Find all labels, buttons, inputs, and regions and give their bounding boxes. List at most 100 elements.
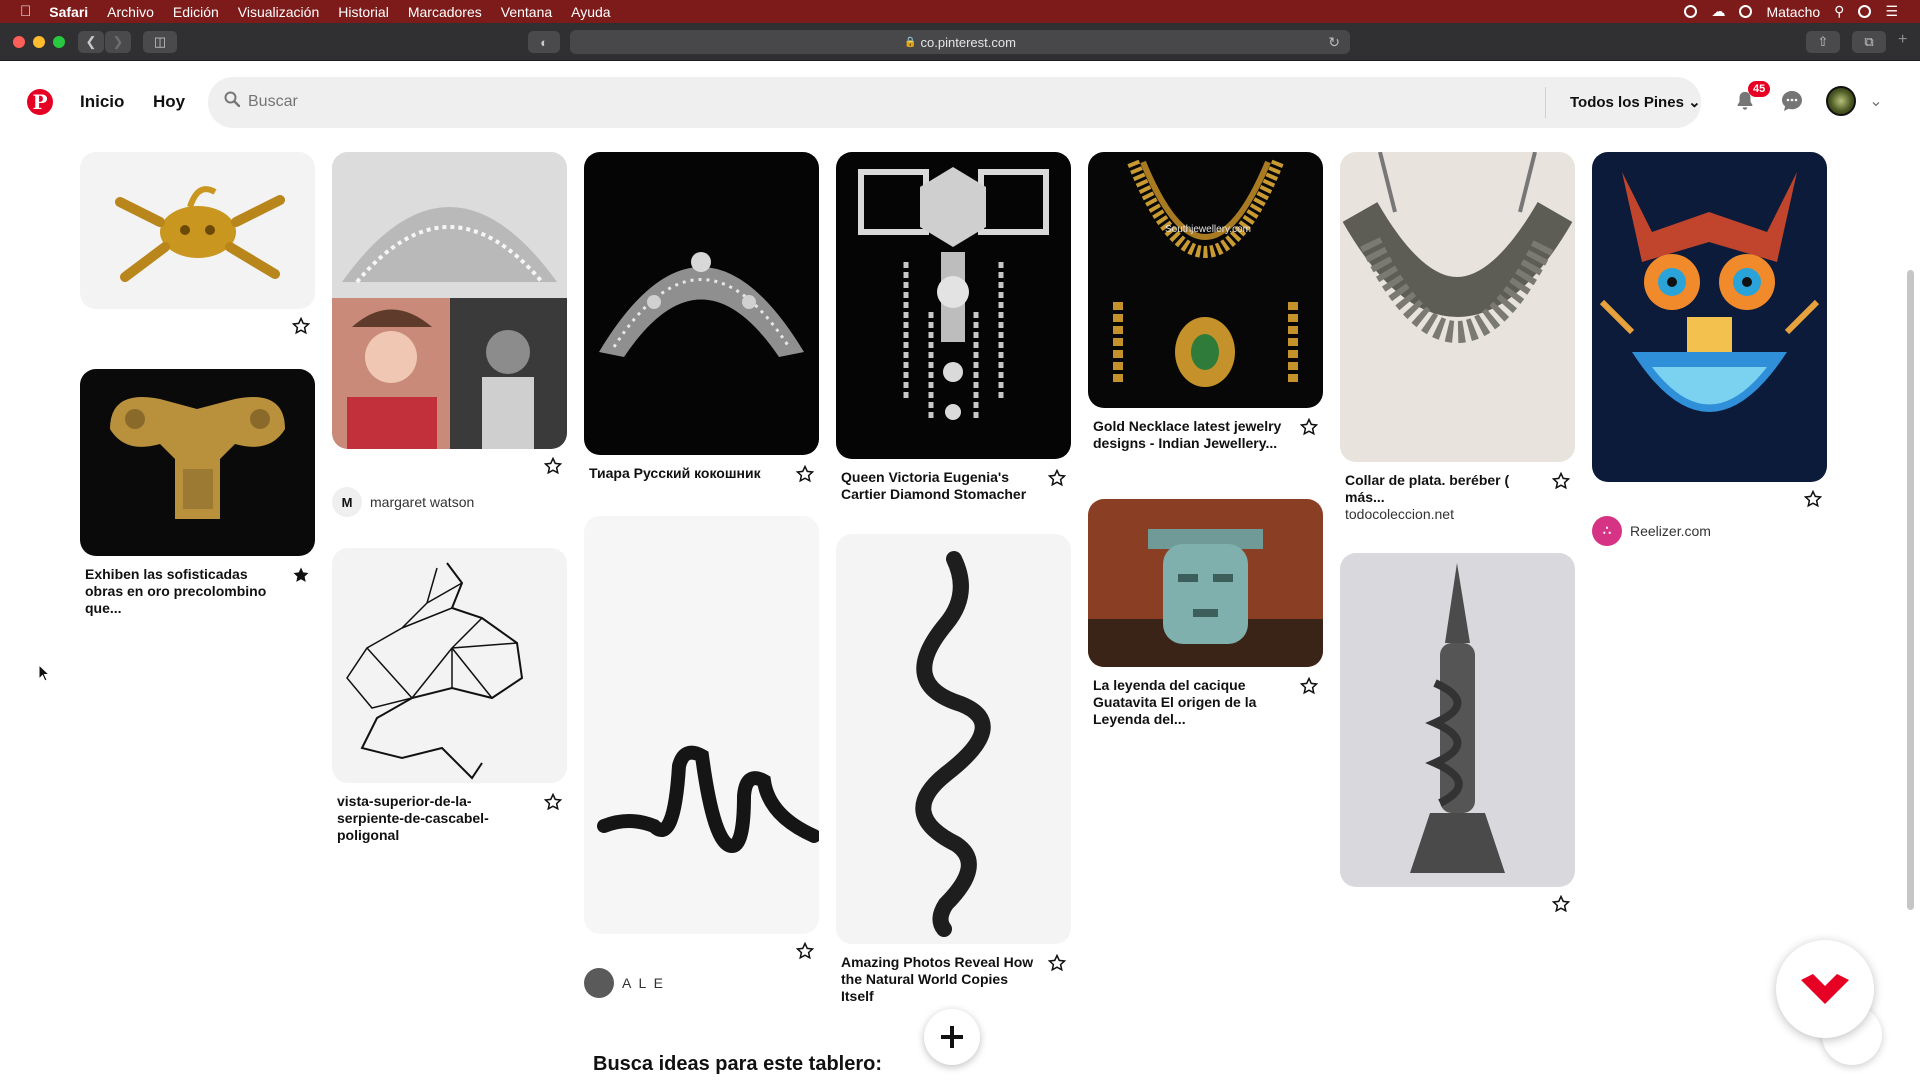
address-bar[interactable]: 🔒 co.pinterest.com ↻ <box>570 30 1350 54</box>
menu-ventana[interactable]: Ventana <box>501 4 552 20</box>
pin-user[interactable]: ∴ Reelizer.com <box>1592 516 1827 546</box>
user-avatar <box>584 968 614 998</box>
pin-image-guatavita-mask[interactable] <box>1088 499 1323 667</box>
pin-image-gold-necklace[interactable]: Southjewellery.com <box>1088 152 1323 408</box>
nav-inicio[interactable]: Inicio <box>80 92 124 112</box>
pin-user-name[interactable]: Reelizer.com <box>1630 523 1711 539</box>
pin-user[interactable]: M margaret watson <box>332 487 567 517</box>
chevron-left-icon: ❮ <box>85 34 97 49</box>
pin-image-gold-figure[interactable] <box>80 369 315 556</box>
save-star-icon[interactable] <box>1552 472 1570 490</box>
pin-card[interactable]: Тиара Русский кокошник <box>584 152 819 483</box>
shield-icon: ◐ <box>540 34 548 50</box>
cloud-icon[interactable]: ☁ <box>1711 3 1725 20</box>
user-avatar[interactable] <box>1826 86 1856 116</box>
pin-image-tiara-portraits[interactable] <box>332 152 567 449</box>
share-button[interactable]: ⇧ <box>1806 31 1840 53</box>
save-star-icon[interactable] <box>1300 418 1318 436</box>
saved-star-icon[interactable] <box>292 566 310 584</box>
chevron-down-icon: ⌄ <box>1869 93 1883 110</box>
pin-card[interactable]: ∴ Reelizer.com <box>1592 152 1827 546</box>
pin-title[interactable]: Queen Victoria Eugenia's Cartier Diamond… <box>841 469 1039 503</box>
pin-card[interactable]: M margaret watson <box>332 152 567 517</box>
zoom-window-button[interactable] <box>53 36 65 48</box>
pin-title[interactable]: Exhiben las sofisticadas obras en oro pr… <box>85 566 283 617</box>
pin-image-silver-collar[interactable] <box>1340 152 1575 462</box>
search-box[interactable]: Todos los Pines ⌄ <box>208 77 1701 128</box>
menu-marcadores[interactable]: Marcadores <box>408 4 482 20</box>
pin-image-dark-snake[interactable] <box>836 534 1071 944</box>
pin-image-kokoshnik-tiara[interactable] <box>584 152 819 455</box>
pin-title[interactable]: Amazing Photos Reveal How the Natural Wo… <box>841 954 1039 1005</box>
pin-card[interactable]: Queen Victoria Eugenia's Cartier Diamond… <box>836 152 1071 503</box>
save-star-icon[interactable] <box>796 465 814 483</box>
pin-card[interactable]: vista-superior-de-la-serpiente-de-cascab… <box>332 548 567 844</box>
pin-image-stone-statue[interactable] <box>1340 553 1575 887</box>
save-star-icon[interactable] <box>1048 954 1066 972</box>
new-tab-button[interactable]: + <box>1898 31 1907 49</box>
pin-image-black-snake[interactable] <box>584 516 819 934</box>
pin-card[interactable] <box>1340 553 1575 917</box>
pin-card[interactable]: Amazing Photos Reveal How the Natural Wo… <box>836 534 1071 1005</box>
privacy-report-button[interactable]: ◐ <box>528 31 560 53</box>
pin-title[interactable]: Тиара Русский кокошник <box>589 465 787 482</box>
save-star-icon[interactable] <box>1804 490 1822 508</box>
pin-card[interactable]: La leyenda del cacique Guatavita El orig… <box>1088 499 1323 728</box>
pin-source-link[interactable]: todocoleccion.net <box>1345 506 1575 522</box>
page-scrollbar[interactable] <box>1907 270 1914 910</box>
pin-card[interactable] <box>80 152 315 339</box>
nav-hoy[interactable]: Hoy <box>153 92 185 112</box>
pin-card[interactable]: Collar de plata. beréber ( más... todoco… <box>1340 152 1575 522</box>
reload-icon[interactable]: ↻ <box>1328 34 1340 51</box>
pin-card[interactable]: Exhiben las sofisticadas obras en oro pr… <box>80 369 315 617</box>
save-star-icon[interactable] <box>1552 895 1570 913</box>
menu-edicion[interactable]: Edición <box>173 4 219 20</box>
tabs-overview-button[interactable]: ⧉ <box>1852 31 1886 53</box>
save-star-icon[interactable] <box>544 793 562 811</box>
save-star-icon[interactable] <box>796 942 814 960</box>
account-menu-button[interactable]: ⌄ <box>1862 87 1890 115</box>
record-icon[interactable] <box>1684 5 1698 18</box>
menu-user-name[interactable]: Matacho <box>1766 4 1820 20</box>
back-button[interactable]: ❮ <box>78 31 104 53</box>
minimize-window-button[interactable] <box>33 36 45 48</box>
menu-ayuda[interactable]: Ayuda <box>571 4 610 20</box>
add-pin-button[interactable] <box>924 1009 980 1065</box>
pin-user-name[interactable]: margaret watson <box>370 494 474 510</box>
pinterest-logo-icon[interactable]: P <box>27 89 53 115</box>
menu-visualizacion[interactable]: Visualización <box>238 4 319 20</box>
sync-icon[interactable] <box>1739 5 1753 18</box>
spotlight-search-icon[interactable]: ⚲ <box>1834 3 1844 20</box>
pin-title[interactable]: Collar de plata. beréber ( más... <box>1345 472 1543 506</box>
pin-user-name[interactable]: A L E <box>622 975 665 991</box>
pin-title[interactable]: vista-superior-de-la-serpiente-de-cascab… <box>337 793 535 844</box>
pinterest-header: P Inicio Hoy Todos los Pines ⌄ 45 ⌄ <box>0 62 1920 142</box>
pin-card[interactable]: A L E <box>584 516 819 998</box>
pin-title[interactable]: La leyenda del cacique Guatavita El orig… <box>1093 677 1291 728</box>
save-star-icon[interactable] <box>1048 469 1066 487</box>
save-star-icon[interactable] <box>292 317 310 335</box>
filter-dropdown[interactable]: Todos los Pines ⌄ <box>1570 93 1701 111</box>
search-input[interactable] <box>248 90 1248 114</box>
menu-app-name[interactable]: Safari <box>49 4 88 20</box>
pin-image-gold-frog[interactable] <box>80 152 315 309</box>
save-star-icon[interactable] <box>544 457 562 475</box>
brand-logo-bubble[interactable] <box>1776 940 1874 1038</box>
save-star-icon[interactable] <box>1300 677 1318 695</box>
messages-button[interactable] <box>1778 87 1806 115</box>
pin-image-diamond-stomacher[interactable] <box>836 152 1071 459</box>
pin-image-colorful-mask-art[interactable] <box>1592 152 1827 482</box>
sidebar-button[interactable]: ◫ <box>143 31 177 53</box>
notifications-badge: 45 <box>1748 81 1771 97</box>
menu-archivo[interactable]: Archivo <box>107 4 154 20</box>
forward-button[interactable]: ❯ <box>105 31 131 53</box>
menu-historial[interactable]: Historial <box>338 4 389 20</box>
pin-user[interactable]: A L E <box>584 968 819 998</box>
apple-icon[interactable]:  <box>20 3 31 20</box>
siri-icon[interactable] <box>1858 5 1872 18</box>
pin-image-polygonal-snake[interactable] <box>332 548 567 783</box>
close-window-button[interactable] <box>13 36 25 48</box>
pin-title[interactable]: Gold Necklace latest jewelry designs - I… <box>1093 418 1291 452</box>
control-center-icon[interactable]: ☰ <box>1885 3 1898 20</box>
pin-card[interactable]: Southjewellery.com Gold Necklace latest … <box>1088 152 1323 452</box>
